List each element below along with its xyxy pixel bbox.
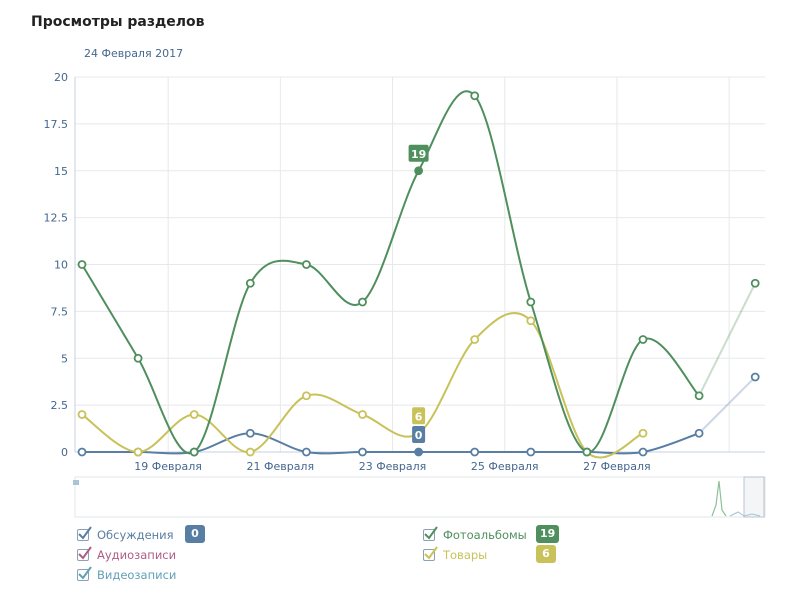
legend-item-photos[interactable]: Фотоальбомы [423, 526, 527, 543]
data-point-photos [582, 447, 592, 457]
y-tick-label: 7.5 [51, 305, 69, 318]
legend-label-photos: Фотоальбомы [443, 528, 527, 542]
data-point-photos [638, 335, 648, 344]
legend-value-photos: 19 [536, 525, 560, 543]
data-point-goods [301, 391, 311, 401]
data-point-goods [526, 316, 536, 326]
data-point-discussions [470, 447, 480, 457]
x-tick-label: 21 Февраля [247, 460, 315, 473]
video-checkbox[interactable] [77, 566, 92, 581]
y-tick-label: 5 [61, 352, 68, 365]
data-point-goods [189, 410, 199, 419]
legend-item-goods[interactable]: Товары [423, 546, 488, 563]
value-badge-label-photo: 19 [411, 148, 426, 161]
data-point-photos [750, 278, 760, 288]
y-tick-label: 12.5 [44, 212, 69, 225]
x-tick-label: 27 Февраля [583, 460, 651, 473]
data-point-discussions [245, 428, 255, 438]
data-point-discussions [638, 447, 648, 457]
legend-label-discussions: Обсуждения [97, 528, 174, 542]
data-point-discussions [526, 447, 536, 457]
y-tick-label: 17.5 [44, 118, 69, 131]
views-line-chart[interactable]: 0 2.5 5 7.5 10 12.5 15 17.5 20 19 Февраля 21 Февра… [0, 0, 794, 520]
legend-value-goods: 6 [536, 545, 556, 563]
legend-item-discussions[interactable]: Обсуждения [77, 526, 174, 543]
data-point-photos [133, 353, 143, 363]
data-point-photos [470, 91, 480, 101]
goods-checkbox[interactable] [423, 546, 438, 561]
legend-item-audio[interactable]: Аудиозаписи [77, 546, 177, 563]
x-tick-label: 19 Февраля [134, 460, 202, 473]
y-tick-label: 10 [54, 259, 68, 272]
y-tick-label: 0 [61, 446, 68, 459]
y-tick-label: 2.5 [51, 399, 69, 412]
legend-value-discussions: 0 [185, 525, 205, 543]
data-point-goods [77, 410, 87, 419]
navigator-area [74, 476, 766, 518]
navigator-selection-window [743, 476, 765, 518]
data-point-photos [694, 391, 704, 401]
data-point-photos [358, 297, 367, 307]
data-point-discussions [694, 428, 704, 438]
data-point-goods [245, 447, 255, 457]
data-point-goods [133, 447, 143, 457]
data-point-discussions [750, 372, 760, 382]
y-tick-label: 15 [54, 165, 68, 178]
data-point-photos [301, 260, 311, 269]
value-badge-label-goods: 6 [415, 410, 423, 423]
photos-checkbox[interactable] [423, 526, 438, 541]
data-point-photos [245, 278, 255, 288]
data-point-photos [526, 297, 536, 307]
navigator-left-handle [73, 480, 79, 485]
x-tick-label: 25 Февраля [471, 460, 539, 473]
value-badge-label-discussions: 0 [415, 429, 423, 442]
data-point-goods [358, 410, 367, 419]
legend-label-goods: Товары [443, 548, 488, 562]
data-point-discussions [301, 447, 311, 457]
data-point-discussions [358, 447, 367, 457]
legend-item-video[interactable]: Видеозаписи [77, 566, 177, 583]
x-tick-label: 23 Февраля [359, 460, 427, 473]
legend-label-audio: Аудиозаписи [97, 548, 177, 562]
data-point-discussions [77, 447, 87, 457]
discussions-checkbox[interactable] [77, 526, 92, 541]
data-point-photos [414, 166, 424, 176]
data-point-photos [77, 260, 87, 269]
y-tick-label: 20 [54, 71, 68, 84]
data-point-goods [470, 335, 480, 344]
data-point-goods [638, 428, 648, 438]
legend-label-video: Видеозаписи [97, 568, 177, 582]
data-point-discussions [414, 447, 424, 457]
data-point-photos [189, 447, 199, 457]
audio-checkbox[interactable] [77, 546, 92, 561]
